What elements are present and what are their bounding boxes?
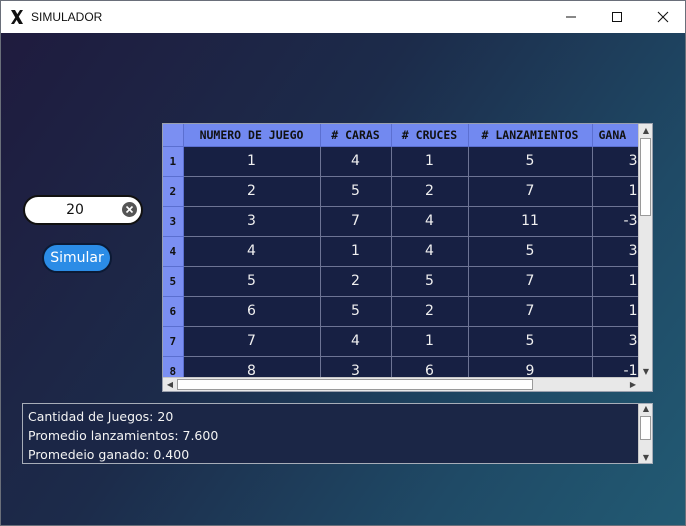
row-header[interactable]: 2 (163, 176, 184, 207)
column-header-numero[interactable]: NUMERO DE JUEGO (183, 124, 321, 147)
row-header[interactable]: 4 (163, 236, 184, 267)
results-output-area[interactable]: Cantidad de Juegos: 20 Promedio lanzamie… (22, 403, 653, 464)
table-horizontal-scrollbar[interactable]: ◀ ▶ (163, 377, 640, 391)
table-cell[interactable]: 5 (391, 266, 469, 297)
table-cell[interactable]: 5 (320, 296, 392, 327)
maximize-icon (612, 12, 622, 22)
table-row[interactable]: 774153 (163, 326, 643, 357)
table-cell[interactable]: 5 (320, 176, 392, 207)
table-horizontal-scroll-thumb[interactable] (177, 379, 533, 390)
table-cell[interactable]: 3 (592, 236, 643, 267)
output-line-games: Cantidad de Juegos: 20 (28, 409, 174, 424)
table-row[interactable]: 225271 (163, 176, 643, 207)
scroll-left-arrow-icon[interactable]: ◀ (163, 378, 177, 391)
maximize-button[interactable] (594, 1, 640, 33)
output-vertical-scrollbar[interactable]: ▲ ▼ (638, 404, 652, 463)
table-header-row: NUMERO DE JUEGO # CARAS # CRUCES # LANZA… (163, 124, 643, 147)
table-cell[interactable]: 7 (468, 296, 593, 327)
table-cell[interactable]: 4 (391, 206, 469, 237)
table-cell[interactable]: 2 (391, 176, 469, 207)
table-cell[interactable]: 1 (592, 296, 643, 327)
table-cell[interactable]: 4 (320, 326, 392, 357)
table-cell[interactable]: 7 (320, 206, 392, 237)
games-count-input[interactable] (35, 200, 115, 220)
table-cell[interactable]: 1 (592, 176, 643, 207)
games-input-container (23, 195, 143, 225)
output-scroll-down-arrow-icon[interactable]: ▼ (639, 451, 652, 463)
table-vertical-scrollbar[interactable]: ▲ ▼ (638, 124, 652, 379)
table-row[interactable]: 665271 (163, 296, 643, 327)
row-header[interactable]: 5 (163, 266, 184, 297)
row-header[interactable]: 1 (163, 146, 184, 177)
row-header[interactable]: 7 (163, 326, 184, 357)
table-cell[interactable]: -3 (592, 206, 643, 237)
table-cell[interactable]: 7 (183, 326, 321, 357)
column-header-ganancia[interactable]: GANA (592, 124, 643, 147)
minimize-icon (566, 16, 576, 18)
row-header[interactable]: 6 (163, 296, 184, 327)
table-cell[interactable]: 2 (183, 176, 321, 207)
table-cell[interactable]: 5 (468, 146, 593, 177)
table-cell[interactable]: 5 (468, 326, 593, 357)
scroll-up-arrow-icon[interactable]: ▲ (639, 124, 652, 138)
table-cell[interactable]: 2 (320, 266, 392, 297)
table-cell[interactable]: 3 (183, 206, 321, 237)
table-corner[interactable] (163, 124, 184, 147)
table-cell[interactable]: 1 (391, 146, 469, 177)
table-cell[interactable]: 6 (183, 296, 321, 327)
table-cell[interactable]: 2 (391, 296, 469, 327)
table-cell[interactable]: 3 (592, 326, 643, 357)
column-header-caras[interactable]: # CARAS (320, 124, 392, 147)
column-header-lanzamientos[interactable]: # LANZAMIENTOS (468, 124, 593, 147)
clear-x-icon (125, 205, 134, 214)
table-vertical-scroll-thumb[interactable] (640, 138, 651, 216)
table-cell[interactable]: 3 (592, 146, 643, 177)
title-bar[interactable]: SIMULADOR (1, 1, 685, 33)
output-scroll-thumb[interactable] (640, 416, 651, 440)
column-header-cruces[interactable]: # CRUCES (391, 124, 469, 147)
table-cell[interactable]: 4 (320, 146, 392, 177)
close-button[interactable] (640, 1, 685, 33)
output-line-avg-won: Promedeio ganado: 0.400 (28, 447, 190, 462)
table-cell[interactable]: 1 (391, 326, 469, 357)
minimize-button[interactable] (548, 1, 594, 33)
client-area: Simular NUMERO DE JUEGO # CARAS # CRUCES… (1, 33, 685, 525)
table-cell[interactable]: 11 (468, 206, 593, 237)
table-cell[interactable]: 4 (391, 236, 469, 267)
output-scroll-up-arrow-icon[interactable]: ▲ (639, 404, 652, 416)
table-cell[interactable]: 1 (592, 266, 643, 297)
x-logo-icon (11, 10, 23, 24)
table-row[interactable]: 441453 (163, 236, 643, 267)
table-cell[interactable]: 4 (183, 236, 321, 267)
table-cell[interactable]: 5 (468, 236, 593, 267)
results-table-container: NUMERO DE JUEGO # CARAS # CRUCES # LANZA… (162, 123, 653, 392)
table-row[interactable]: 552571 (163, 266, 643, 297)
simulate-button-label: Simular (50, 250, 104, 266)
table-cell[interactable]: 7 (468, 176, 593, 207)
table-row[interactable]: 3 3 7 4 11 -3 (163, 206, 643, 237)
output-line-avg-throws: Promedio lanzamientos: 7.600 (28, 428, 219, 443)
close-icon (657, 11, 669, 23)
clear-input-button[interactable] (122, 202, 137, 217)
table-cell[interactable]: 7 (468, 266, 593, 297)
row-header[interactable]: 3 (163, 206, 184, 237)
results-table: NUMERO DE JUEGO # CARAS # CRUCES # LANZA… (163, 124, 643, 387)
table-cell[interactable]: 5 (183, 266, 321, 297)
scrollbar-corner (638, 377, 652, 391)
table-cell[interactable]: 1 (183, 146, 321, 177)
app-window: SIMULADOR Simular (0, 0, 686, 526)
table-cell[interactable]: 1 (320, 236, 392, 267)
window-title: SIMULADOR (31, 10, 103, 24)
simulate-button[interactable]: Simular (42, 243, 112, 273)
table-row[interactable]: 114153 (163, 146, 643, 177)
